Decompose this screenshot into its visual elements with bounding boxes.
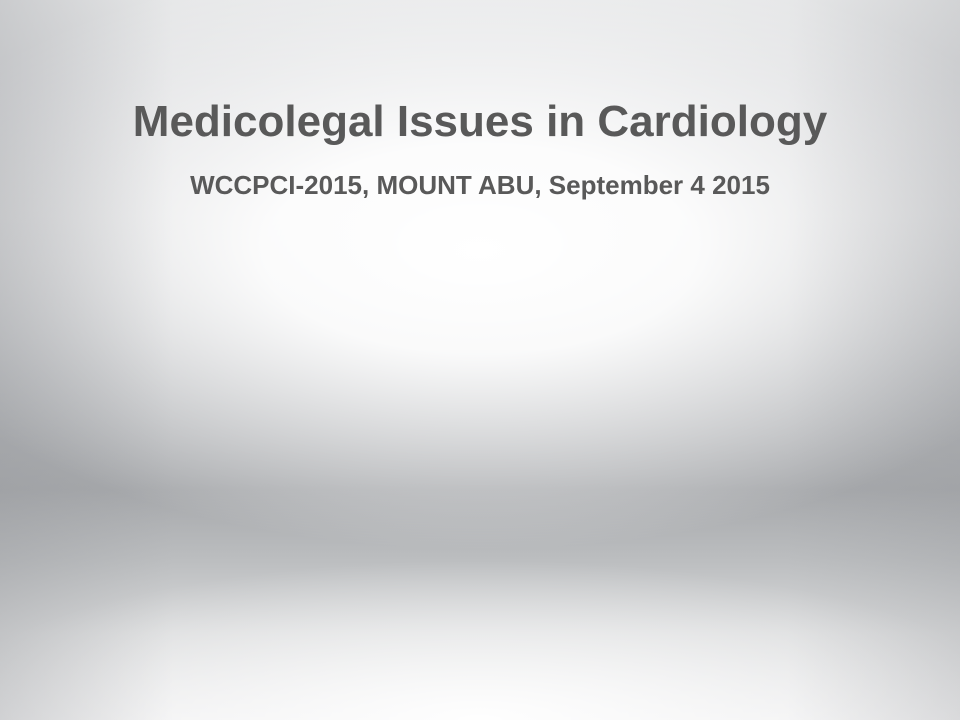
slide-subtitle: WCCPCI-2015, MOUNT ABU, September 4 2015 [190,170,770,200]
presentation-slide: Medicolegal Issues in Cardiology WCCPCI-… [0,0,960,720]
slide-title: Medicolegal Issues in Cardiology [132,97,828,146]
